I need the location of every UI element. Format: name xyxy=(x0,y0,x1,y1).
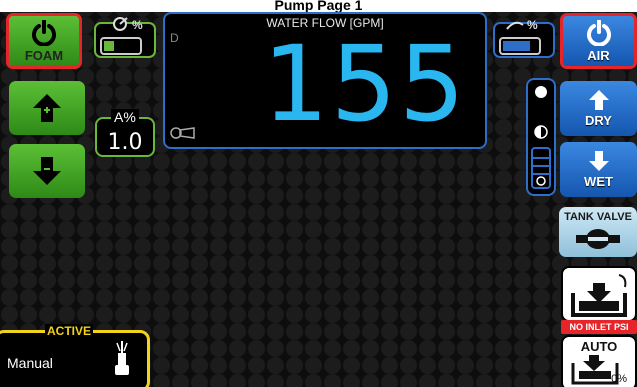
dry-label: DRY xyxy=(585,113,612,128)
page-title: Pump Page 1 xyxy=(0,0,637,12)
arrow-up-icon xyxy=(588,90,609,110)
arrow-down-icon xyxy=(33,157,61,185)
air-power-button[interactable]: AIR xyxy=(560,13,637,69)
air-bar-fill xyxy=(503,41,530,51)
auto-percent: 0% xyxy=(611,373,627,385)
wet-button[interactable]: WET xyxy=(560,142,637,197)
tank-fill-icon xyxy=(571,274,627,317)
air-percent-icon: % xyxy=(506,18,538,32)
foam-power-button[interactable]: FOAM xyxy=(6,13,82,69)
dry-wet-scale xyxy=(526,78,556,196)
air-bar xyxy=(499,37,541,55)
foam-bar-fill xyxy=(104,41,114,51)
active-mode-panel[interactable]: ACTIVE Manual xyxy=(0,324,150,387)
wet-label: WET xyxy=(584,174,613,189)
foam-percent-label: A% xyxy=(111,109,139,125)
power-icon xyxy=(32,19,56,46)
power-icon xyxy=(586,19,611,46)
air-level-indicator: % xyxy=(493,18,555,58)
active-mode-text: Manual xyxy=(7,355,53,371)
tank-fill-button[interactable] xyxy=(561,266,637,322)
dry-wet-scale-graphic xyxy=(531,86,551,189)
auto-fill-button[interactable]: AUTO 0% xyxy=(561,335,637,387)
svg-text:%: % xyxy=(527,18,538,32)
foam-label: FOAM xyxy=(24,47,64,63)
no-inlet-psi-alert: NO INLET PSI xyxy=(561,320,637,334)
nozzle-icon xyxy=(115,341,129,375)
active-label: ACTIVE xyxy=(45,324,94,338)
tank-valve-label: TANK VALVE xyxy=(564,211,632,223)
svg-text:%: % xyxy=(132,18,143,32)
flow-mode-letter: D xyxy=(170,31,179,45)
pump-screen: Pump Page 1 FOAM % A% 1.0 WATER FLOW [GP… xyxy=(0,0,637,387)
foam-level-indicator: % xyxy=(94,17,156,58)
arrow-down-icon xyxy=(588,151,609,171)
auto-label: AUTO xyxy=(580,339,618,354)
water-flow-value: 155 xyxy=(262,23,467,145)
foam-percent-icon: % xyxy=(113,17,143,32)
air-label: AIR xyxy=(587,47,610,63)
valve-icon xyxy=(576,229,620,249)
increase-button[interactable] xyxy=(9,81,85,135)
decrease-button[interactable] xyxy=(9,144,85,198)
foam-percent-box[interactable]: A% 1.0 xyxy=(95,109,155,157)
arrow-up-icon xyxy=(33,94,61,122)
tank-valve-button[interactable]: TANK VALVE xyxy=(559,207,637,257)
dry-button[interactable]: DRY xyxy=(560,81,637,136)
water-flow-panel: WATER FLOW [GPM] D 155 xyxy=(163,12,487,149)
foam-bar xyxy=(100,37,142,55)
foam-percent-value: 1.0 xyxy=(107,130,143,155)
nozzle-icon xyxy=(170,127,195,139)
